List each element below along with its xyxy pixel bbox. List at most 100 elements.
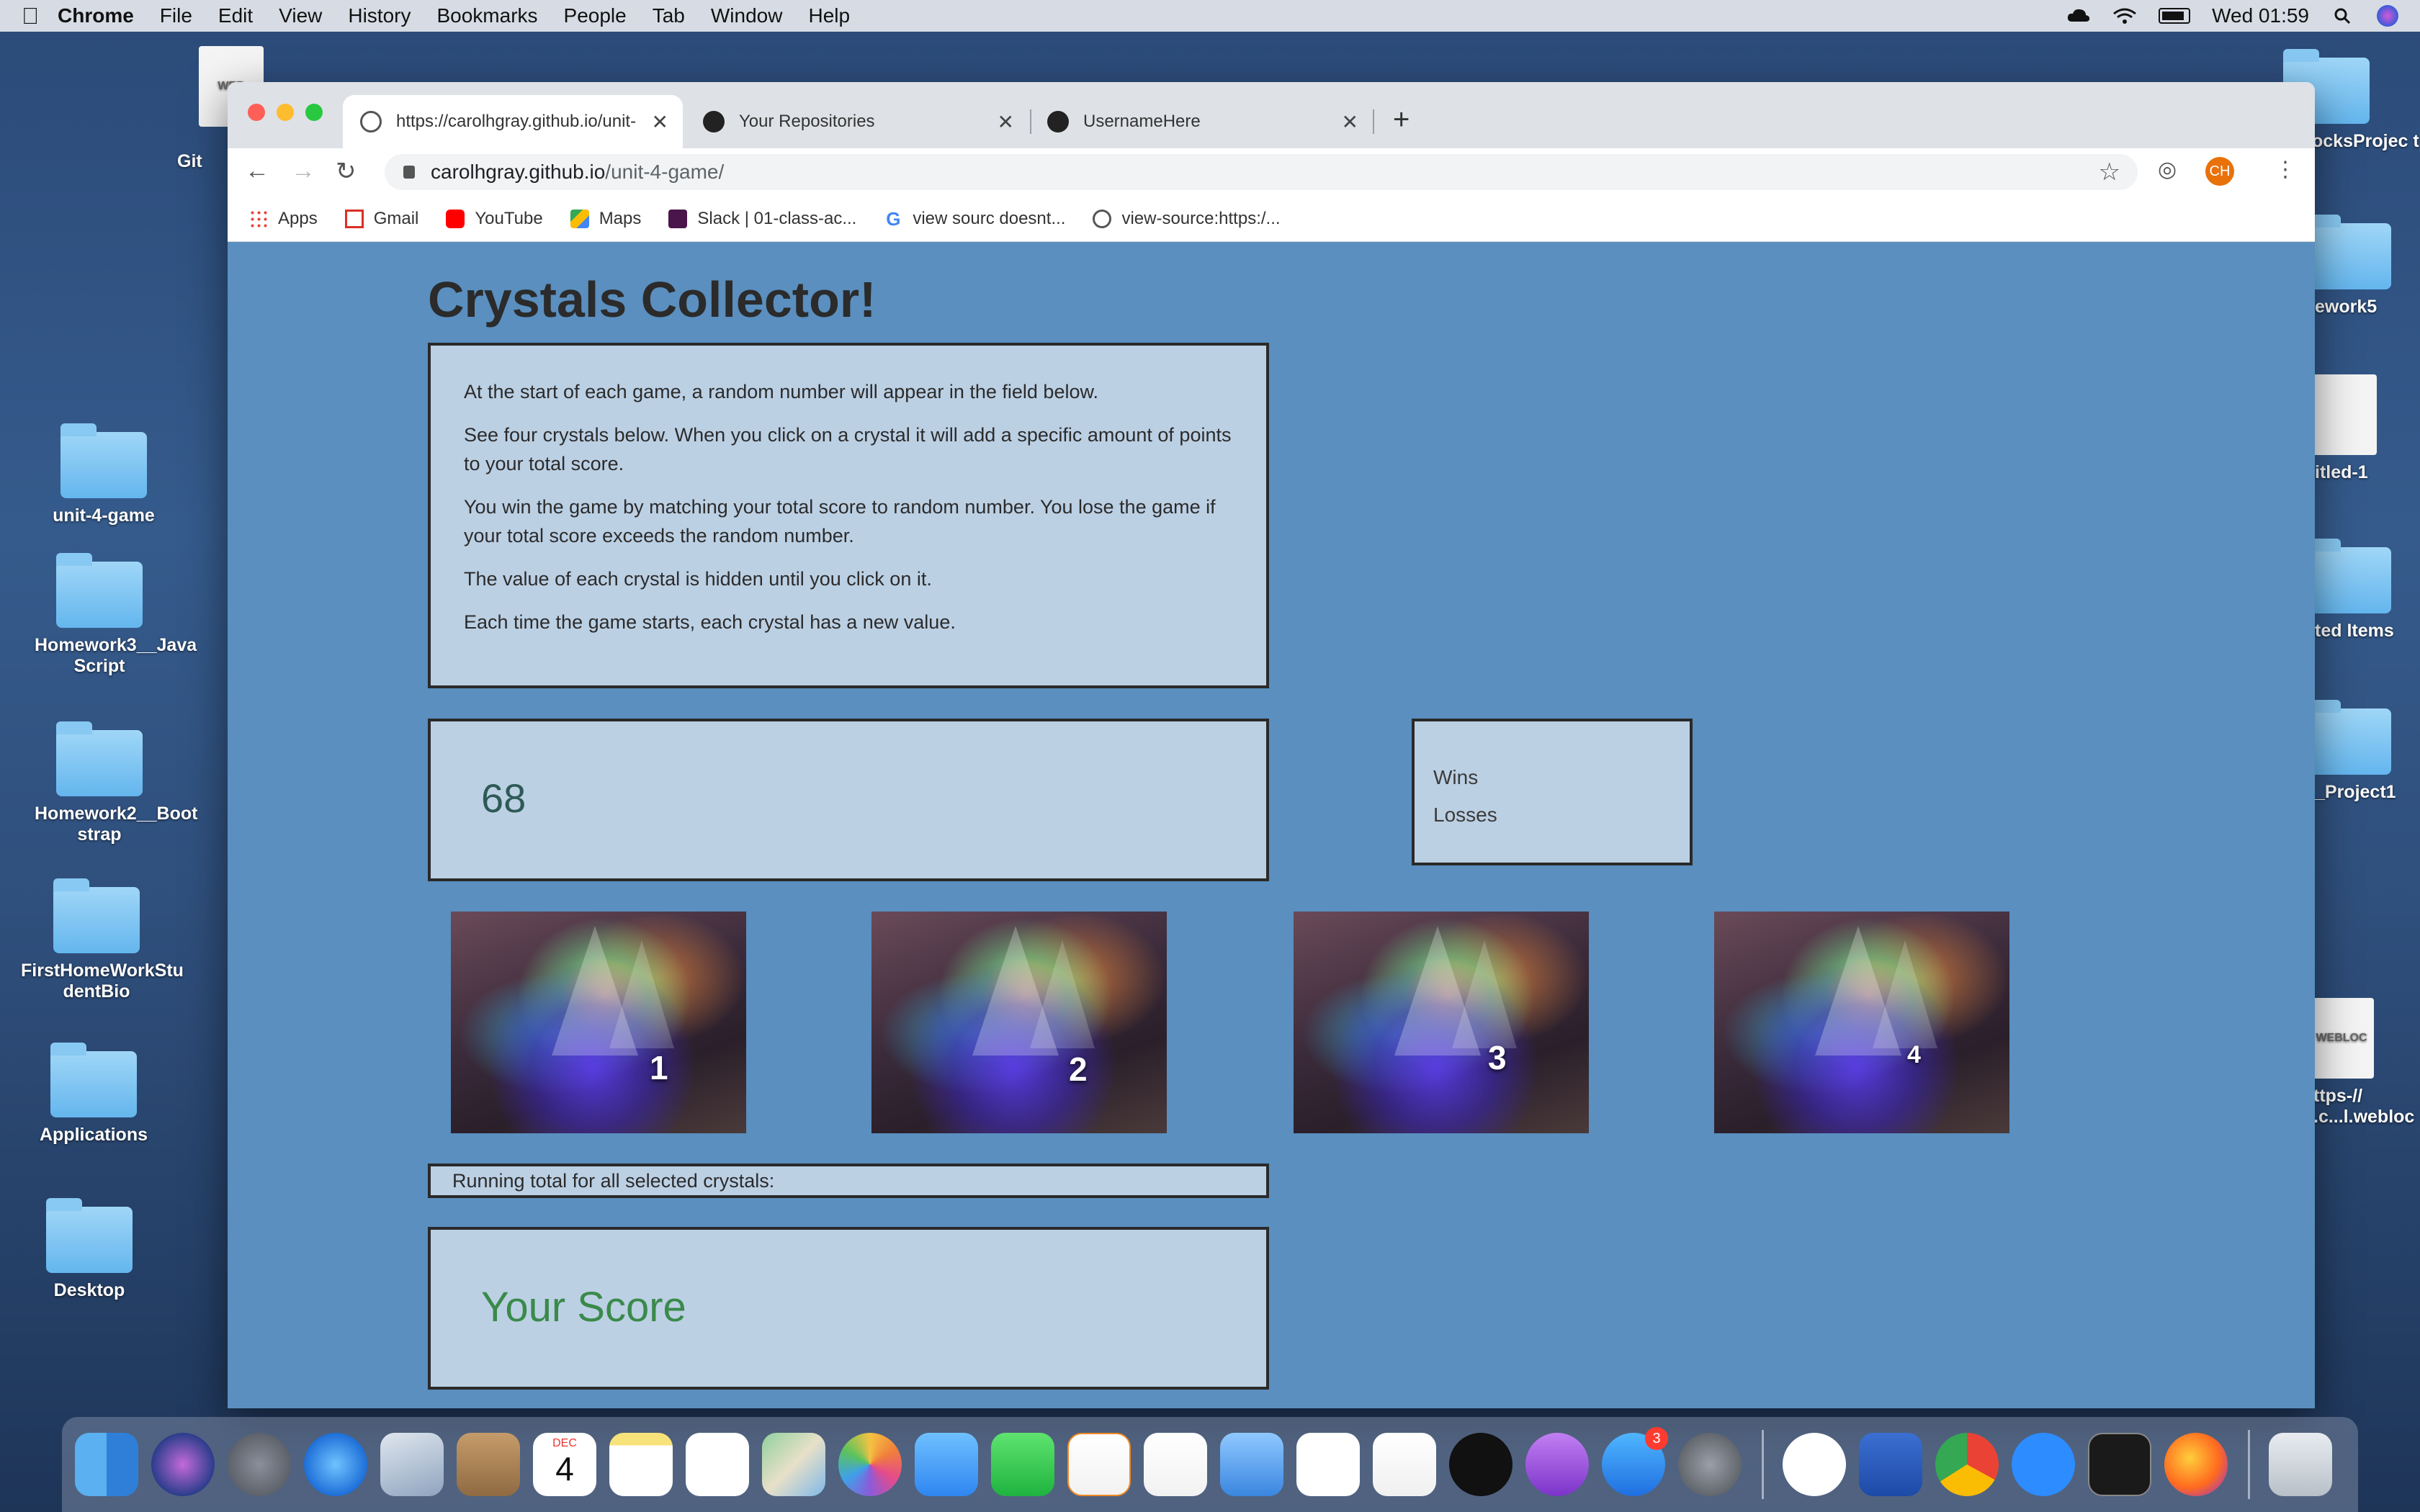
menu-history[interactable]: History — [348, 4, 411, 27]
desktop-item-right-2[interactable]: ework5 — [2305, 215, 2420, 318]
calendar-icon[interactable]: DEC 4 — [533, 1433, 596, 1496]
menu-app-name[interactable]: Chrome — [58, 4, 134, 27]
address-bar[interactable]: carolhgray.github.io /unit-4-game/ ☆ — [385, 154, 2138, 190]
zoom-window-button[interactable] — [305, 104, 323, 121]
numbers-icon[interactable] — [1144, 1433, 1207, 1496]
menu-help[interactable]: Help — [808, 4, 850, 27]
desktop-item-right-webloc[interactable]: WEBLOC ttps-// .c...l.webloc — [2309, 998, 2420, 1128]
desktop-item-homework2[interactable]: Homework2__Boot strap — [20, 721, 197, 845]
back-arrow-icon[interactable]: ← — [245, 157, 269, 185]
crystal-button-4[interactable]: 4 — [1714, 912, 2009, 1133]
menu-file[interactable]: File — [160, 4, 192, 27]
facetime-icon[interactable] — [991, 1433, 1054, 1496]
apple-tv-icon[interactable] — [1449, 1433, 1512, 1496]
bookmark-apps[interactable]: Apps — [249, 209, 318, 229]
profile-avatar[interactable]: CH — [2205, 157, 2234, 186]
wifi-icon[interactable] — [2112, 7, 2137, 24]
desktop-item-right-4[interactable]: ted Items — [2305, 539, 2420, 642]
menu-people[interactable]: People — [564, 4, 627, 27]
desktop-label: Desktop — [53, 1280, 125, 1300]
crystal-shard — [1452, 940, 1517, 1048]
bookmark-slack[interactable]: Slack | 01-class-ac... — [668, 209, 856, 229]
tab-game[interactable]: https://carolhgray.github.io/unit- ✕ — [343, 95, 683, 148]
menu-bookmarks[interactable]: Bookmarks — [436, 4, 537, 27]
safari-icon[interactable] — [304, 1433, 367, 1496]
desktop-item-desktop[interactable]: Desktop — [10, 1198, 169, 1301]
desktop-item-firsthomework[interactable]: FirstHomeWorkStu dentBio — [17, 878, 184, 1002]
chrome-icon[interactable] — [1935, 1433, 1999, 1496]
finder-icon[interactable] — [75, 1433, 138, 1496]
siri-icon[interactable] — [2377, 5, 2398, 27]
spotlight-search-icon[interactable] — [2331, 7, 2355, 24]
folder-icon — [2305, 215, 2391, 289]
notes-icon[interactable] — [609, 1433, 673, 1496]
kebab-menu-icon[interactable]: ⋮ — [2275, 157, 2296, 182]
messages-icon[interactable] — [915, 1433, 978, 1496]
close-tab-icon[interactable]: ✕ — [998, 110, 1014, 134]
bookmark-maps[interactable]: Maps — [570, 208, 642, 229]
reload-icon[interactable]: ↻ — [336, 157, 357, 186]
extension-icon[interactable]: ◎ — [2158, 157, 2177, 182]
maps-icon[interactable] — [762, 1433, 825, 1496]
desktop-item-right-5[interactable]: _Project1 — [2305, 700, 2420, 803]
terminal-icon[interactable] — [2088, 1433, 2151, 1496]
bookmark-youtube[interactable]: YouTube — [446, 209, 543, 229]
new-tab-icon[interactable]: + — [1393, 104, 1410, 136]
launchpad-icon[interactable] — [228, 1433, 291, 1496]
close-window-button[interactable] — [248, 104, 265, 121]
firefox-icon[interactable] — [2164, 1433, 2228, 1496]
tab-usernamehere[interactable]: UsernameHere ✕ — [1030, 95, 1373, 148]
crystal-button-2[interactable]: 2 — [871, 912, 1167, 1133]
folder-icon — [60, 423, 147, 498]
folder-icon — [50, 1043, 137, 1117]
podcasts-icon[interactable] — [1525, 1433, 1589, 1496]
icloud-icon[interactable] — [2066, 7, 2091, 24]
desktop-item-applications[interactable]: Applications — [14, 1043, 173, 1146]
desktop-label: Git — [177, 151, 202, 171]
desktop-item-unit-4-game[interactable]: unit-4-game — [24, 423, 183, 526]
crystal-button-1[interactable]: 1 — [451, 912, 746, 1133]
desktop-item-homework3[interactable]: Homework3__Java Script — [20, 553, 197, 677]
bookmark-label: Maps — [599, 208, 642, 228]
slack-icon[interactable] — [1783, 1433, 1846, 1496]
siri-icon[interactable] — [151, 1433, 215, 1496]
close-tab-icon[interactable]: ✕ — [1342, 110, 1358, 134]
menu-clock[interactable]: Wed 01:59 — [2212, 4, 2309, 27]
bookmark-gmail[interactable]: Gmail — [344, 209, 418, 229]
pages-icon[interactable] — [1067, 1433, 1131, 1496]
menu-tab[interactable]: Tab — [653, 4, 685, 27]
minimize-window-button[interactable] — [277, 104, 294, 121]
mail-eagle-icon[interactable] — [380, 1433, 444, 1496]
tab-title: Your Repositories — [739, 112, 875, 131]
photos-icon[interactable] — [838, 1433, 902, 1496]
lock-icon[interactable] — [403, 166, 415, 179]
news-icon[interactable] — [1296, 1433, 1360, 1496]
tab-your-repositories[interactable]: Your Repositories ✕ — [686, 95, 1028, 148]
your-score-panel: Your Score — [428, 1227, 1269, 1390]
bookmark-view-source[interactable]: view-source:https:/... — [1093, 209, 1281, 229]
crystal-button-3[interactable]: 3 — [1294, 912, 1589, 1133]
system-preferences-icon[interactable] — [1678, 1433, 1742, 1496]
trash-icon[interactable] — [2269, 1433, 2332, 1496]
reminders-icon[interactable] — [686, 1433, 749, 1496]
bookmark-star-icon[interactable]: ☆ — [2099, 158, 2120, 186]
bookmark-view-source-search[interactable]: G view sourc doesnt... — [884, 209, 1065, 229]
music-icon[interactable] — [1373, 1433, 1436, 1496]
apple-icon[interactable]:  — [22, 3, 58, 30]
url-host: carolhgray.github.io — [431, 161, 606, 183]
close-tab-icon[interactable]: ✕ — [652, 110, 668, 134]
contacts-icon[interactable] — [457, 1433, 520, 1496]
menu-edit[interactable]: Edit — [218, 4, 253, 27]
app-store-icon[interactable]: 3 — [1602, 1427, 1668, 1496]
desktop-label: Applications — [39, 1125, 148, 1145]
word-icon[interactable] — [1859, 1433, 1922, 1496]
zoom-icon[interactable] — [2012, 1433, 2075, 1496]
battery-icon[interactable] — [2159, 8, 2191, 24]
keynote-icon[interactable] — [1220, 1433, 1283, 1496]
desktop-item-right-3[interactable]: itled-1 — [2312, 374, 2420, 483]
menu-view[interactable]: View — [279, 4, 322, 27]
forward-arrow-icon[interactable]: → — [291, 157, 315, 185]
menu-window[interactable]: Window — [711, 4, 783, 27]
webloc-file-icon: WEBLOC — [2309, 998, 2374, 1079]
bookmark-label: Slack | 01-class-ac... — [697, 208, 857, 228]
